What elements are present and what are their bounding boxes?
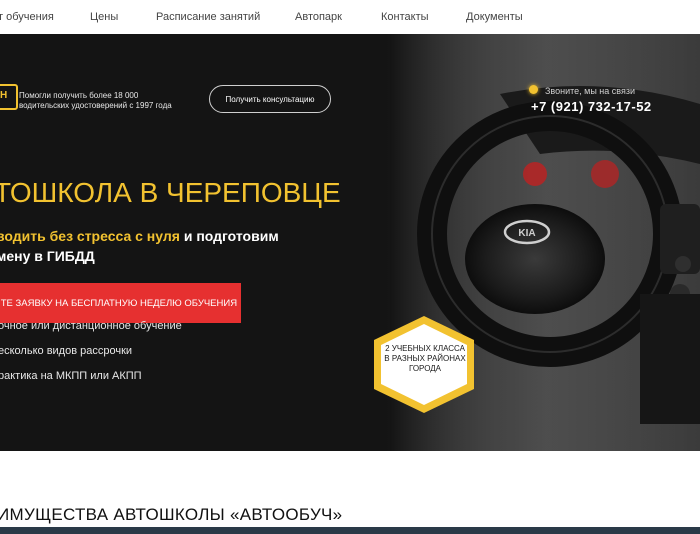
page-title: ТОШКОЛА В ЧЕРЕПОВЦЕ (0, 177, 341, 208)
svg-text:KIA: KIA (518, 228, 535, 239)
top-nav: т обучения Цены Расписание занятий Автоп… (0, 0, 700, 35)
hero-banner: KIA H Помогли получить более 18 000 води… (0, 34, 700, 451)
feature-item: очное или дистанционное обучение (0, 320, 182, 332)
subtitle-rest: и подготовим (179, 228, 279, 244)
nav-item-contacts[interactable]: Контакты (381, 11, 429, 23)
free-week-cta-button[interactable]: ИТЕ ЗАЯВКУ НА БЕСПЛАТНУЮ НЕДЕЛЮ ОБУЧЕНИЯ (0, 283, 241, 323)
nav-item-documents[interactable]: Документы (466, 11, 523, 23)
phone-number[interactable]: +7 (921) 732-17-52 (531, 99, 652, 114)
nav-item-prices[interactable]: Цены (90, 11, 118, 23)
classes-badge-text: 2 УЧЕБНЫХ КЛАССА В РАЗНЫХ РАЙОНАХ ГОРОДА (384, 344, 466, 373)
tagline: Помогли получить более 18 000 водительск… (19, 91, 172, 110)
nav-item-fleet[interactable]: Автопарк (295, 11, 342, 23)
feature-item: рактика на МКПП или АКПП (0, 370, 142, 382)
call-indicator-icon (529, 85, 538, 94)
hero-subtitle: водить без стресса с нуля и подготовим м… (0, 226, 279, 266)
subtitle-line2: мену в ГИБДД (0, 248, 95, 264)
section-title: ИМУЩЕСТВА АВТОШКОЛЫ «АВТООБУЧ» (0, 505, 343, 524)
logo-icon[interactable]: H (0, 84, 18, 110)
call-label: Звоните, мы на связи (545, 86, 635, 96)
nav-item-training[interactable]: т обучения (0, 11, 54, 23)
feature-item: есколько видов рассрочки (0, 345, 133, 357)
nav-item-schedule[interactable]: Расписание занятий (156, 11, 260, 23)
consultation-button[interactable]: Получить консультацию (209, 85, 331, 113)
taskbar (0, 527, 700, 534)
subtitle-highlight: водить без стресса с нуля (0, 228, 180, 244)
